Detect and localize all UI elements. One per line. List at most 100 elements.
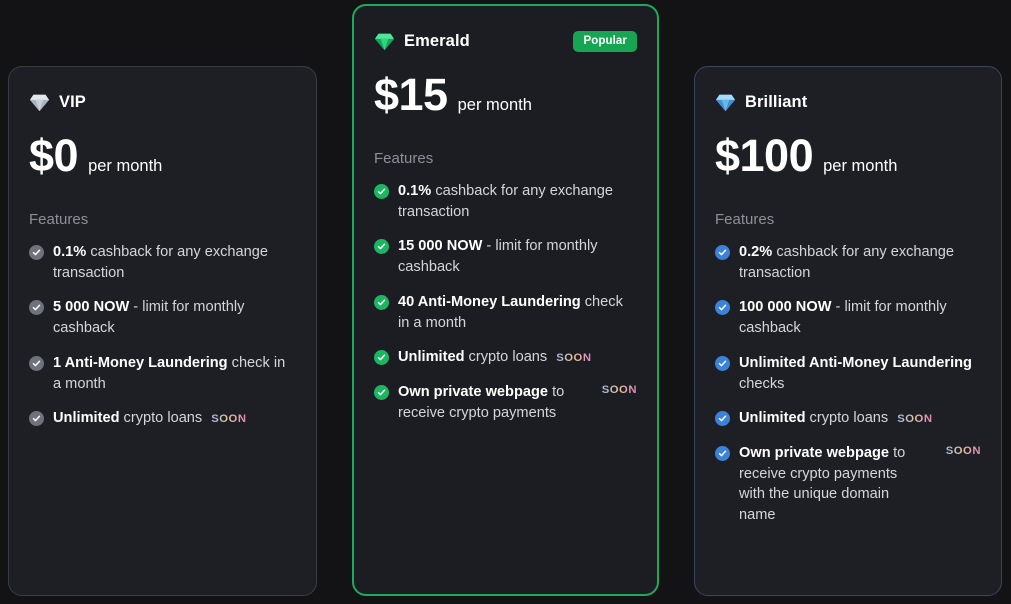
check-circle-icon [715,356,730,371]
features-heading: Features [715,211,981,228]
feature-rest: checks [739,376,784,392]
check-circle-icon [374,239,389,254]
feature-item: Unlimited Anti-Money Laundering checks [715,353,981,394]
feature-highlight: 0.2% [739,244,772,260]
card-header: Emerald Popular [374,28,637,54]
feature-highlight: 5 000 NOW [53,299,129,315]
feature-rest: crypto loans [805,410,888,426]
feature-item: 0.2% cashback for any exchange transacti… [715,242,981,283]
feature-item: Unlimited crypto loans SOON [715,408,981,429]
feature-highlight: Unlimited [739,410,805,426]
pricing-card-vip[interactable]: VIP $0 per month Features 0.1% cashback … [8,66,317,596]
check-circle-icon [29,356,44,371]
plan-name: Emerald [404,32,470,51]
plan-identity: Emerald [374,32,470,51]
soon-badge: SOON [602,384,637,396]
feature-item: Own private webpage to receive crypto pa… [374,382,637,423]
blue-diamond-icon [715,93,736,112]
feature-item: Unlimited crypto loans SOON [29,408,296,429]
feature-text: Unlimited crypto loans SOON [739,408,979,429]
price-period: per month [823,157,897,176]
plan-price: $0 [29,133,78,178]
feature-item: Own private webpage to receive crypto pa… [715,443,981,526]
popular-badge: Popular [573,31,637,52]
feature-item: 100 000 NOW - limit for monthly cashback [715,297,981,338]
feature-list: 0.1% cashback for any exchange transacti… [29,242,296,429]
plan-name: Brilliant [745,93,807,112]
card-header: Brilliant [715,89,981,115]
soon-badge: SOON [946,445,981,457]
feature-text: Own private webpage to receive crypto pa… [739,443,924,526]
plan-identity: VIP [29,93,86,112]
feature-item: Unlimited crypto loans SOON [374,347,637,368]
feature-rest: crypto loans [119,410,202,426]
soon-badge: SOON [897,413,932,425]
feature-highlight: Own private webpage [739,445,889,461]
features-heading: Features [29,211,296,228]
feature-item: 40 Anti-Money Laundering check in a mont… [374,292,637,333]
feature-highlight: Unlimited [398,349,464,365]
feature-text: 0.2% cashback for any exchange transacti… [739,242,979,283]
feature-item: 5 000 NOW - limit for monthly cashback [29,297,296,338]
feature-highlight: 1 Anti-Money Laundering [53,355,228,371]
plan-identity: Brilliant [715,93,807,112]
feature-text: 100 000 NOW - limit for monthly cashback [739,297,979,338]
feature-text: 5 000 NOW - limit for monthly cashback [53,297,294,338]
pricing-card-brilliant[interactable]: Brilliant $100 per month Features 0.2% c… [694,66,1002,596]
green-diamond-icon [374,32,395,51]
feature-rest: cashback for any exchange transaction [53,244,268,281]
check-circle-icon [29,300,44,315]
feature-text: Own private webpage to receive crypto pa… [398,382,590,423]
pricing-card-emerald[interactable]: Emerald Popular $15 per month Features 0… [352,4,659,596]
feature-highlight: 100 000 NOW [739,299,831,315]
features-heading: Features [374,150,637,167]
feature-list: 0.1% cashback for any exchange transacti… [374,181,637,423]
feature-rest: cashback for any exchange transaction [739,244,954,281]
feature-highlight: 0.1% [398,183,431,199]
check-circle-icon [715,446,730,461]
check-circle-icon [715,411,730,426]
feature-text: 15 000 NOW - limit for monthly cashback [398,236,635,277]
check-circle-icon [29,411,44,426]
soon-badge: SOON [556,352,591,364]
feature-highlight: Unlimited [53,410,119,426]
feature-item: 0.1% cashback for any exchange transacti… [374,181,637,222]
feature-list: 0.2% cashback for any exchange transacti… [715,242,981,526]
check-circle-icon [715,300,730,315]
white-diamond-icon [29,93,50,112]
check-circle-icon [374,350,389,365]
feature-highlight: Unlimited Anti-Money Laundering [739,355,972,371]
feature-item: 15 000 NOW - limit for monthly cashback [374,236,637,277]
check-circle-icon [374,184,389,199]
feature-text: Unlimited crypto loans SOON [53,408,294,429]
check-circle-icon [374,295,389,310]
feature-text: 0.1% cashback for any exchange transacti… [53,242,294,283]
feature-text: 0.1% cashback for any exchange transacti… [398,181,635,222]
price-period: per month [88,157,162,176]
soon-badge: SOON [211,413,246,425]
feature-rest: crypto loans [464,349,547,365]
card-header: VIP [29,89,296,115]
check-circle-icon [374,385,389,400]
plan-name: VIP [59,93,86,112]
check-circle-icon [29,245,44,260]
feature-text: 40 Anti-Money Laundering check in a mont… [398,292,635,333]
feature-highlight: 40 Anti-Money Laundering [398,294,581,310]
price-row: $15 per month [374,72,637,126]
feature-highlight: 0.1% [53,244,86,260]
feature-highlight: 15 000 NOW [398,238,482,254]
price-row: $100 per month [715,133,981,187]
price-row: $0 per month [29,133,296,187]
feature-item: 1 Anti-Money Laundering check in a month [29,353,296,394]
feature-text: Unlimited Anti-Money Laundering checks [739,353,979,394]
plan-price: $100 [715,133,813,178]
check-circle-icon [715,245,730,260]
pricing-plans-board: VIP $0 per month Features 0.1% cashback … [0,0,1011,604]
feature-item: 0.1% cashback for any exchange transacti… [29,242,296,283]
plan-price: $15 [374,72,448,117]
feature-text: 1 Anti-Money Laundering check in a month [53,353,294,394]
price-period: per month [458,96,532,115]
feature-text: Unlimited crypto loans SOON [398,347,635,368]
feature-rest: cashback for any exchange transaction [398,183,613,220]
feature-highlight: Own private webpage [398,384,548,400]
